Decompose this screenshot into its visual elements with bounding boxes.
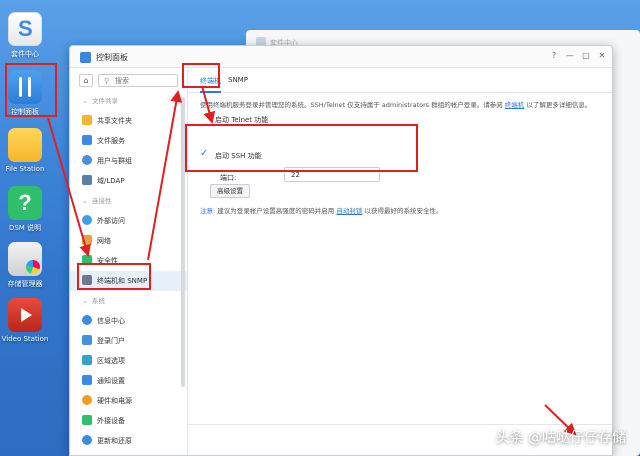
sidebar-item-network[interactable]: 网络	[70, 231, 187, 251]
annotation-box-terminal-snmp	[77, 263, 151, 290]
minimize-icon[interactable]: —	[564, 51, 576, 60]
help-icon: ?	[8, 186, 42, 220]
notification-icon	[82, 375, 92, 385]
region-icon	[82, 355, 92, 365]
sidebar-item-notification[interactable]: 通知设置	[70, 371, 187, 391]
search-box[interactable]: ⚲	[98, 74, 178, 87]
folder-icon	[82, 115, 92, 125]
package-center-icon	[8, 12, 42, 46]
window-title: 控制面板	[96, 53, 128, 62]
terminal-description: 使用终端机服务登录并管理您的系统。SSH/Telnet 仅支持属于 admini…	[200, 101, 592, 109]
sidebar-item-info-center[interactable]: 信息中心	[70, 311, 187, 331]
login-portal-icon	[82, 335, 92, 345]
control-panel-app-icon	[80, 52, 91, 63]
sidebar-item-shared-folder[interactable]: 共享文件夹	[70, 111, 187, 131]
port-label: 端口:	[220, 174, 237, 182]
search-icon: ⚲	[104, 77, 110, 85]
desktop-icon-label: 套件中心	[11, 50, 39, 58]
chevron-down-icon: ⌄	[82, 97, 88, 105]
annotation-box-terminal-tab	[182, 63, 220, 88]
sidebar: ⌂ ⚲ ⌄文件共享 共享文件夹 文件服务 用户与群组 域/LDAP ⌄连接性 外…	[70, 69, 188, 455]
user-group-icon	[82, 155, 92, 165]
chevron-down-icon: ⌄	[82, 197, 88, 205]
sidebar-item-external-access[interactable]: 外部访问	[70, 211, 187, 231]
terminal-help-link[interactable]: 终端机	[505, 101, 525, 109]
desktop-icon-label: File Station	[5, 165, 45, 173]
desktop-icon-dsm-help[interactable]: ? DSM 说明	[0, 186, 50, 233]
sidebar-item-external-devices[interactable]: 外接设备	[70, 411, 187, 431]
telnet-checkbox[interactable]	[200, 115, 209, 124]
advanced-settings-button[interactable]: 高级设置	[210, 184, 250, 198]
title-bar[interactable]: 控制面板 ? — □ ✕	[70, 46, 612, 68]
control-panel-window[interactable]: 控制面板 ? — □ ✕ ⌂ ⚲ ⌄文件共享 共享文件夹 文件服务 用户与群组 …	[69, 45, 613, 456]
chevron-down-icon: ⌄	[82, 297, 88, 305]
help-icon[interactable]: ?	[548, 51, 560, 60]
annotation-box-ssh-settings	[185, 124, 418, 172]
search-input[interactable]	[115, 76, 175, 86]
sidebar-item-regional-options[interactable]: 区域选项	[70, 351, 187, 371]
tab-bar: 终端机 SNMP	[188, 69, 612, 93]
footer-divider	[188, 424, 612, 425]
network-icon	[82, 235, 92, 245]
section-header-system[interactable]: ⌄ 系统	[70, 291, 187, 311]
annotation-box-control-panel	[5, 63, 57, 117]
folder-icon	[8, 128, 42, 162]
section-header-file-sharing[interactable]: ⌄ 文件共享	[70, 91, 187, 111]
tab-snmp[interactable]: SNMP	[228, 76, 248, 84]
maximize-icon[interactable]: □	[580, 51, 592, 60]
sidebar-item-login-portal[interactable]: 登录门户	[70, 331, 187, 351]
close-icon[interactable]: ✕	[596, 51, 608, 60]
desktop-icon-storage-manager[interactable]: 存储管理器	[0, 242, 50, 289]
section-header-connectivity[interactable]: ⌄ 连接性	[70, 191, 187, 211]
update-icon	[82, 435, 92, 445]
desktop-icon-label: DSM 说明	[8, 224, 42, 232]
video-icon	[8, 298, 42, 332]
power-icon	[82, 395, 92, 405]
security-note: 注意: 建议为登录帐户设置高强度的密码并启用 自动封锁 以获得最好的系统安全性。	[200, 207, 443, 215]
domain-icon	[82, 175, 92, 185]
external-device-icon	[82, 415, 92, 425]
file-services-icon	[82, 135, 92, 145]
auto-block-link[interactable]: 自动封锁	[336, 207, 362, 215]
desktop-icon-file-station[interactable]: File Station	[0, 128, 50, 173]
desktop-icon-video-station[interactable]: Video Station	[0, 298, 50, 343]
globe-icon	[82, 215, 92, 225]
info-icon	[82, 315, 92, 325]
desktop-icon-package-center[interactable]: 套件中心	[0, 12, 50, 59]
storage-icon	[8, 242, 42, 276]
watermark: 头条 @咕哒仔仔存储	[495, 430, 626, 446]
sidebar-item-hardware-power[interactable]: 硬件和电源	[70, 391, 187, 411]
desktop-icon-label: 存储管理器	[7, 280, 43, 288]
sidebar-item-user-group[interactable]: 用户与群组	[70, 151, 187, 171]
sidebar-item-file-services[interactable]: 文件服务	[70, 131, 187, 151]
home-button[interactable]: ⌂	[79, 74, 93, 87]
desktop-icon-label: Video Station	[1, 335, 49, 343]
sidebar-item-update-restore[interactable]: 更新和还原	[70, 431, 187, 451]
sidebar-item-domain-ldap[interactable]: 域/LDAP	[70, 171, 187, 191]
